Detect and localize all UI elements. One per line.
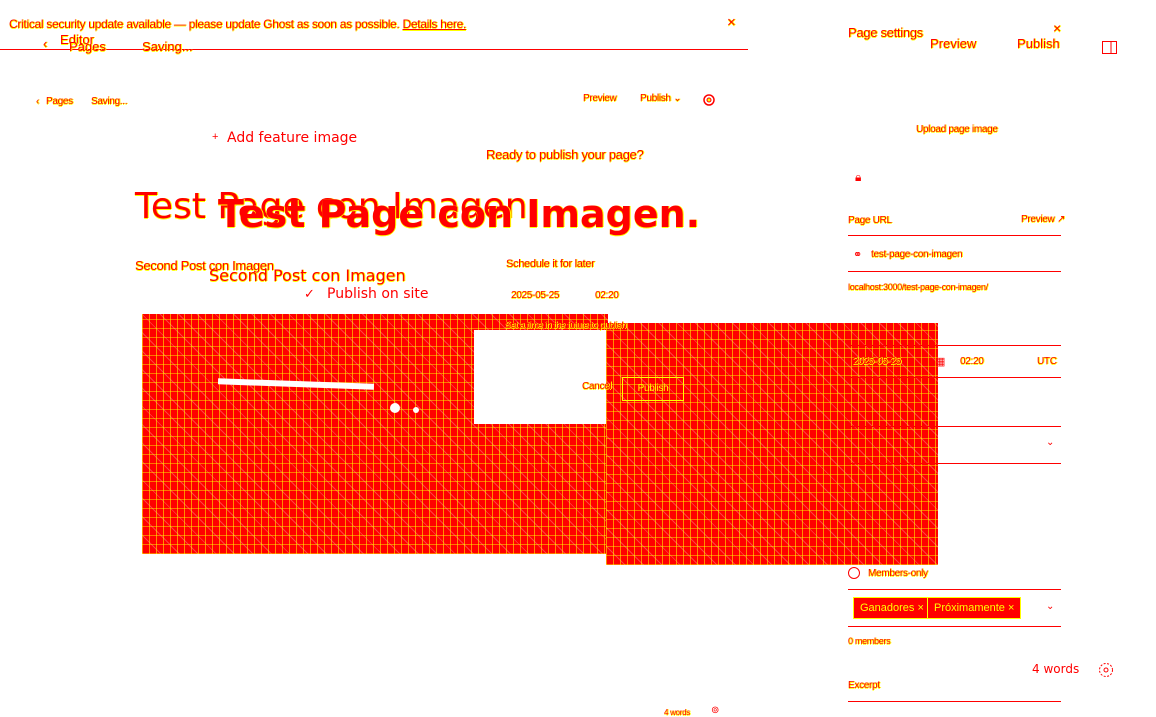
cancel-button[interactable]: Cancel — [582, 381, 612, 392]
tag-chip-ganadores[interactable]: Ganadores × — [853, 597, 931, 619]
schedule-label[interactable]: Schedule it for later — [506, 258, 595, 270]
lock-icon: 🔒︎ — [855, 170, 862, 184]
sidebar-title: Page settings — [848, 25, 923, 40]
breadcrumb-back-icon[interactable]: ‹ — [36, 96, 39, 107]
template-field-bottom — [848, 463, 1061, 464]
publish-date-input[interactable]: 2025-05-25 — [853, 356, 901, 367]
confirm-publish-button[interactable]: Publish — [622, 377, 684, 401]
help-icon-small[interactable]: ⊚ — [711, 705, 719, 716]
tags-field-bottom — [848, 626, 1061, 627]
preview-button[interactable]: Preview — [583, 93, 617, 104]
publish-time-input[interactable]: 02:20 — [960, 356, 984, 367]
word-count: 4 words — [1032, 662, 1080, 676]
upload-page-image-button[interactable]: Upload page image — [916, 124, 998, 135]
link-icon: ⚭ — [853, 249, 863, 261]
add-feature-image-button[interactable]: Add feature image — [227, 130, 357, 146]
schedule-date-input[interactable]: 2025-05-25 — [511, 290, 559, 301]
remove-tag-icon[interactable]: × — [918, 602, 924, 614]
security-banner: Critical security update available — ple… — [9, 17, 466, 31]
excerpt-label: Excerpt — [848, 680, 880, 691]
url-field-bottom — [848, 271, 1061, 272]
publish-button[interactable]: Publish ⌄ — [640, 93, 682, 104]
banner-details-link[interactable]: Details here. — [403, 17, 467, 31]
schedule-time-input[interactable]: 02:20 — [595, 290, 619, 301]
photo-dot-icon — [390, 403, 400, 413]
tag-label: Ganadores — [860, 602, 915, 614]
editor-crumb-pages[interactable]: Pages — [69, 39, 106, 54]
banner-close-button[interactable]: × — [727, 14, 736, 31]
calendar-icon[interactable]: ▦ — [935, 355, 945, 368]
publish-on-site-option[interactable]: Publish on site — [327, 286, 429, 302]
post-subtitle: Second Post con Imagen — [209, 266, 406, 285]
tags-field-top — [848, 589, 1061, 590]
editor-save-status: Saving... — [142, 39, 193, 54]
publish-button-label: Publish — [640, 93, 671, 104]
photo-dot-small-icon — [413, 407, 419, 413]
banner-text: Critical security update available — ple… — [9, 17, 400, 31]
full-url: localhost:3000/test-page-con-imagen/ — [848, 282, 988, 292]
slug-input[interactable]: test-page-con-imagen — [871, 249, 963, 260]
template-field-top — [848, 426, 1061, 427]
access-radio[interactable] — [848, 567, 860, 579]
external-link-icon: ↗ — [1056, 214, 1066, 225]
sidebar-close-button[interactable]: × — [1053, 20, 1061, 36]
photo-highlight — [474, 330, 606, 424]
page-url-label: Page URL — [848, 215, 892, 226]
page-url-preview-label: Preview — [1021, 214, 1055, 225]
future-note: Set a time in the future to publish — [505, 320, 627, 330]
editor-back-icon[interactable]: ‹ — [43, 36, 47, 51]
template-select-chevron-icon[interactable]: ⌄ — [1046, 437, 1054, 448]
breadcrumb-pages[interactable]: Pages — [46, 96, 73, 107]
page-url-preview-link[interactable]: Preview ↗ — [1021, 214, 1065, 225]
publish-on-site-check-icon: ✓ — [304, 286, 315, 301]
chevron-down-icon: ⌄ — [673, 93, 682, 104]
feature-image-plus-icon[interactable]: + — [212, 131, 218, 143]
url-field-top — [848, 235, 1061, 236]
word-count-small: 4 words — [664, 708, 690, 717]
sidebar-preview-button[interactable]: Preview — [930, 36, 976, 51]
date-field-bottom — [848, 377, 1061, 378]
timezone-label: UTC — [1037, 356, 1057, 367]
tags-select-chevron-icon[interactable]: ⌄ — [1046, 601, 1054, 612]
banner-divider — [0, 49, 748, 50]
settings-toggle-icon[interactable] — [703, 93, 715, 106]
members-count: 0 members — [848, 636, 891, 646]
tag-chip-proximamente[interactable]: Próximamente × — [927, 597, 1022, 619]
post-title[interactable]: Test Page con Imagen. — [218, 192, 700, 236]
help-icon[interactable] — [1098, 662, 1114, 678]
publish-modal-heading: Ready to publish your page? — [486, 147, 644, 162]
excerpt-field-top — [848, 701, 1061, 702]
sidebar-toggle-icon[interactable] — [1102, 41, 1117, 54]
remove-tag-icon[interactable]: × — [1008, 602, 1014, 614]
sidebar-publish-button[interactable]: Publish — [1017, 36, 1060, 51]
tag-label: Próximamente — [934, 602, 1005, 614]
access-option-label[interactable]: Members-only — [868, 568, 928, 579]
save-status: Saving... — [91, 96, 128, 107]
date-field-top — [848, 345, 1061, 346]
